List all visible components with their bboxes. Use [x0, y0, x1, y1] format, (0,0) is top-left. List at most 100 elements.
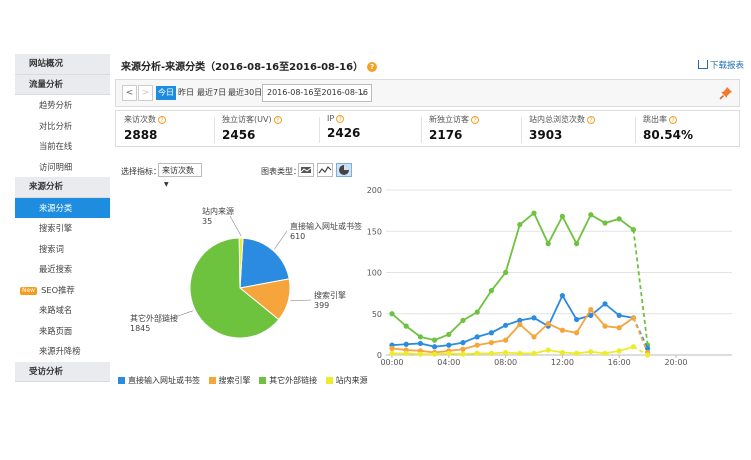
series-line[interactable]	[392, 345, 634, 356]
sidebar-item-5[interactable]: 访问明细	[15, 157, 110, 178]
series-point[interactable]	[517, 321, 523, 328]
help-icon[interactable]: ?	[471, 116, 479, 124]
help-icon[interactable]: ?	[273, 116, 282, 124]
series-point[interactable]	[630, 344, 637, 350]
prev-date-button[interactable]: <	[122, 85, 137, 101]
series-point[interactable]	[630, 227, 637, 233]
range-yesterday-button[interactable]: 昨日	[176, 86, 196, 100]
sidebar-item-9[interactable]: 搜索词	[15, 239, 110, 260]
series-point[interactable]	[446, 342, 452, 348]
series-point[interactable]	[630, 315, 637, 321]
sidebar-item-4[interactable]: 当前在线	[15, 136, 110, 157]
series-point[interactable]	[559, 213, 566, 219]
series-point[interactable]	[417, 334, 423, 340]
series-point[interactable]	[446, 350, 452, 356]
series-point[interactable]	[602, 323, 608, 329]
series-point[interactable]	[389, 345, 395, 351]
sidebar-section-6[interactable]: 来源分析	[15, 177, 110, 198]
pie-chart-type-button[interactable]	[336, 163, 352, 177]
next-date-button[interactable]: >	[138, 85, 153, 101]
legend-item-internal[interactable]: 站内来源	[325, 375, 368, 386]
series-point[interactable]	[531, 334, 537, 340]
series-point[interactable]	[602, 301, 608, 307]
line-chart-type-button[interactable]	[317, 163, 333, 177]
series-point[interactable]	[531, 350, 537, 356]
series-point[interactable]	[474, 309, 480, 315]
series-point[interactable]	[545, 347, 551, 353]
series-point[interactable]	[616, 312, 622, 318]
series-point[interactable]	[588, 307, 594, 313]
help-icon[interactable]: ?	[367, 62, 378, 72]
series-point[interactable]	[602, 350, 608, 356]
series-point[interactable]	[616, 325, 622, 331]
series-point[interactable]	[403, 341, 409, 347]
series-point[interactable]	[559, 293, 566, 299]
sidebar-item-7[interactable]: 来源分类	[15, 197, 110, 218]
series-point[interactable]	[574, 241, 580, 247]
series-point[interactable]	[559, 349, 566, 356]
series-point[interactable]	[602, 220, 608, 226]
series-point[interactable]	[403, 350, 409, 356]
series-point[interactable]	[517, 350, 523, 356]
series-point[interactable]	[574, 350, 580, 356]
series-point[interactable]	[517, 222, 523, 228]
series-point[interactable]	[446, 331, 452, 337]
metric-select[interactable]: 来访次数 ▼	[158, 163, 202, 188]
help-icon[interactable]: ?	[669, 116, 677, 124]
sidebar-item-10[interactable]: 最近搜索	[15, 259, 110, 280]
sidebar-item-2[interactable]: 趋势分析	[15, 95, 110, 116]
range-today-button[interactable]: 今日	[156, 86, 176, 100]
series-point[interactable]	[559, 327, 566, 333]
series-point[interactable]	[474, 350, 480, 356]
series-line[interactable]	[391, 211, 634, 342]
series-point[interactable]	[389, 311, 395, 317]
sidebar-item-11[interactable]: New SEO推荐	[15, 280, 110, 301]
bar-chart-type-button[interactable]	[298, 163, 314, 177]
series-point[interactable]	[403, 323, 409, 329]
sidebar-item-12[interactable]: 来路域名	[15, 300, 110, 321]
series-point[interactable]	[616, 216, 622, 222]
legend-item-search[interactable]: 搜索引擎	[208, 375, 251, 386]
help-icon[interactable]: ?	[158, 116, 166, 124]
series-point[interactable]	[460, 340, 466, 346]
series-point[interactable]	[460, 317, 466, 323]
sidebar-section-15[interactable]: 受访分析	[15, 361, 110, 382]
series-point[interactable]	[474, 334, 480, 340]
series-point[interactable]	[432, 351, 438, 357]
series-point[interactable]	[588, 349, 594, 355]
series-point[interactable]	[432, 337, 438, 343]
series-point[interactable]	[531, 210, 537, 216]
sidebar-section-0[interactable]: 网站概况	[15, 54, 110, 75]
series-point[interactable]	[488, 340, 494, 346]
series-point[interactable]	[488, 350, 494, 356]
series-point[interactable]	[503, 269, 509, 276]
series-point[interactable]	[474, 342, 480, 348]
series-point[interactable]	[460, 351, 466, 357]
series-point[interactable]	[417, 340, 423, 347]
sidebar-section-1[interactable]: 流量分析	[15, 74, 110, 95]
sidebar-item-8[interactable]: 搜索引擎	[15, 218, 110, 239]
series-point[interactable]	[432, 344, 438, 350]
sidebar-item-13[interactable]: 来路页面	[15, 321, 110, 342]
series-point[interactable]	[488, 330, 494, 336]
series-point[interactable]	[616, 348, 622, 354]
help-icon[interactable]: ?	[336, 115, 345, 123]
series-point[interactable]	[488, 288, 494, 294]
series-point[interactable]	[574, 316, 580, 323]
series-point[interactable]	[574, 330, 580, 336]
series-point[interactable]	[503, 349, 509, 356]
legend-item-external[interactable]: 其它外部链接	[259, 375, 317, 386]
series-point[interactable]	[460, 346, 466, 352]
download-report-button[interactable]: 下载报表	[698, 59, 744, 71]
series-point[interactable]	[645, 352, 651, 358]
pin-icon[interactable]	[719, 86, 733, 100]
help-icon[interactable]: ?	[587, 116, 595, 124]
series-point[interactable]	[389, 350, 395, 356]
series-point[interactable]	[417, 351, 423, 357]
date-range-select[interactable]: 2016-08-16至2016-08-16 ⌄	[262, 84, 372, 102]
range-30days-button[interactable]: 最近30日	[226, 86, 264, 100]
series-point[interactable]	[531, 315, 537, 321]
series-point[interactable]	[503, 337, 509, 343]
series-point[interactable]	[545, 241, 551, 247]
series-point[interactable]	[588, 212, 594, 218]
